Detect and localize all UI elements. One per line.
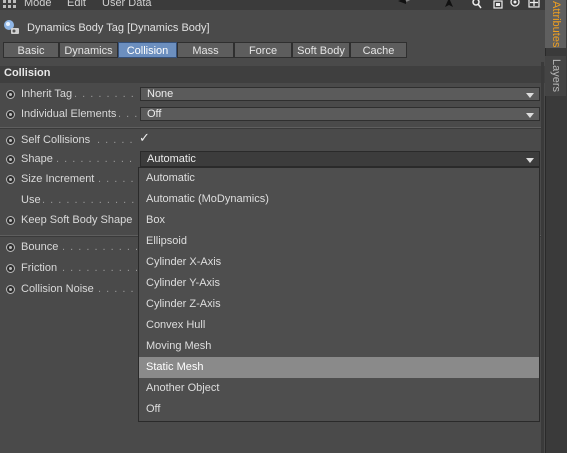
cursor-icon[interactable]: [443, 0, 455, 10]
menu-mode[interactable]: Mode: [24, 0, 52, 9]
tab-attributes[interactable]: Attributes: [545, 0, 566, 48]
animate-toggle-icon[interactable]: [6, 264, 15, 273]
search-icon[interactable]: [471, 0, 483, 10]
divider: [0, 127, 541, 129]
label-leader: . . . . . . . . . . . . . . . . . . . . …: [42, 194, 137, 206]
chevron-down-icon: [526, 158, 534, 163]
tab-mass[interactable]: Mass: [177, 42, 234, 58]
shape-dropdown-menu: Automatic Automatic (MoDynamics) Box Ell…: [138, 167, 540, 422]
param-label-self-collisions: Self Collisions: [21, 134, 91, 146]
dropdown-option-box[interactable]: Box: [139, 210, 539, 231]
dropdown-option-cylinder-z[interactable]: Cylinder Z-Axis: [139, 294, 539, 315]
select-value: None: [147, 88, 174, 100]
scrollbar[interactable]: [541, 62, 544, 453]
shape-select[interactable]: Automatic: [140, 151, 540, 167]
dropdown-option-static-mesh[interactable]: Static Mesh: [139, 357, 539, 378]
panel-title: Dynamics Body Tag [Dynamics Body]: [27, 22, 210, 34]
add-icon[interactable]: [528, 0, 540, 10]
tab-collision[interactable]: Collision: [118, 42, 177, 58]
label-leader: . . . . . . . .: [98, 283, 137, 295]
dropdown-option-cylinder-y[interactable]: Cylinder Y-Axis: [139, 273, 539, 294]
section-title: Collision: [4, 67, 51, 79]
animate-toggle-icon[interactable]: [6, 155, 15, 164]
label-leader: . . . . . . . . . . . . . . . . .: [62, 262, 137, 274]
tab-force[interactable]: Force: [234, 42, 292, 58]
param-label-use: Use: [21, 194, 41, 206]
tab-cache[interactable]: Cache: [350, 42, 407, 58]
inherit-tag-select[interactable]: None: [140, 87, 540, 101]
dropdown-option-off[interactable]: Off: [139, 399, 539, 420]
grid-icon[interactable]: [3, 0, 17, 9]
menu-bar: Mode Edit User Data: [0, 0, 545, 10]
dropdown-option-convex-hull[interactable]: Convex Hull: [139, 315, 539, 336]
target-icon[interactable]: [509, 0, 521, 10]
self-collisions-checkbox[interactable]: ✓: [139, 131, 151, 144]
animate-toggle-icon[interactable]: [6, 243, 15, 252]
tab-layers[interactable]: Layers: [545, 56, 566, 96]
dropdown-option-cylinder-x[interactable]: Cylinder X-Axis: [139, 252, 539, 273]
param-label-individual-elements: Individual Elements: [21, 108, 117, 120]
tab-basic[interactable]: Basic: [3, 42, 59, 58]
menu-user-data[interactable]: User Data: [102, 0, 152, 9]
dropdown-option-moving-mesh[interactable]: Moving Mesh: [139, 336, 539, 357]
dropdown-option-automatic[interactable]: Automatic: [139, 168, 539, 189]
param-label-shape: Shape: [21, 153, 53, 165]
dynamics-tag-icon: [4, 20, 19, 34]
chevron-down-icon: [526, 113, 534, 118]
dropdown-option-ellipsoid[interactable]: Ellipsoid: [139, 231, 539, 252]
select-value: Automatic: [147, 153, 196, 165]
arrow-left-icon[interactable]: [398, 0, 416, 10]
label-leader: . . . . . . . . . . . . . .: [74, 88, 136, 100]
label-leader: . . . . . . . .: [97, 134, 137, 146]
label-leader: . . . .: [118, 108, 137, 120]
param-label-bounce: Bounce: [21, 241, 59, 253]
individual-elements-select[interactable]: Off: [140, 107, 540, 121]
param-label-friction: Friction: [21, 262, 58, 274]
section-header: [0, 66, 545, 83]
label-leader: . . . . . . . . . . . . . . . . .: [62, 241, 137, 253]
param-label-keep-soft-body-shape: Keep Soft Body Shape: [21, 214, 133, 226]
param-label-size-increment: Size Increment: [21, 173, 95, 185]
chevron-down-icon: [526, 93, 534, 98]
dropdown-option-automatic-modynamics[interactable]: Automatic (MoDynamics): [139, 189, 539, 210]
label-leader: . . . . . . . . . . . . . . . . . . .: [56, 153, 136, 165]
animate-toggle-icon[interactable]: [6, 136, 15, 145]
animate-toggle-icon[interactable]: [6, 175, 15, 184]
label-leader: . . . . . . . .: [98, 173, 137, 185]
animate-toggle-icon[interactable]: [6, 110, 15, 119]
tab-soft-body[interactable]: Soft Body: [292, 42, 350, 58]
dropdown-option-another-object[interactable]: Another Object: [139, 378, 539, 399]
animate-toggle-icon[interactable]: [6, 90, 15, 99]
animate-toggle-icon[interactable]: [6, 216, 15, 225]
select-value: Off: [147, 108, 162, 120]
menu-edit[interactable]: Edit: [67, 0, 86, 9]
param-label-inherit-tag: Inherit Tag: [21, 88, 73, 100]
tab-dynamics[interactable]: Dynamics: [59, 42, 118, 58]
animate-toggle-icon[interactable]: [6, 285, 15, 294]
param-label-collision-noise: Collision Noise: [21, 283, 94, 295]
lock-icon[interactable]: [492, 0, 504, 10]
